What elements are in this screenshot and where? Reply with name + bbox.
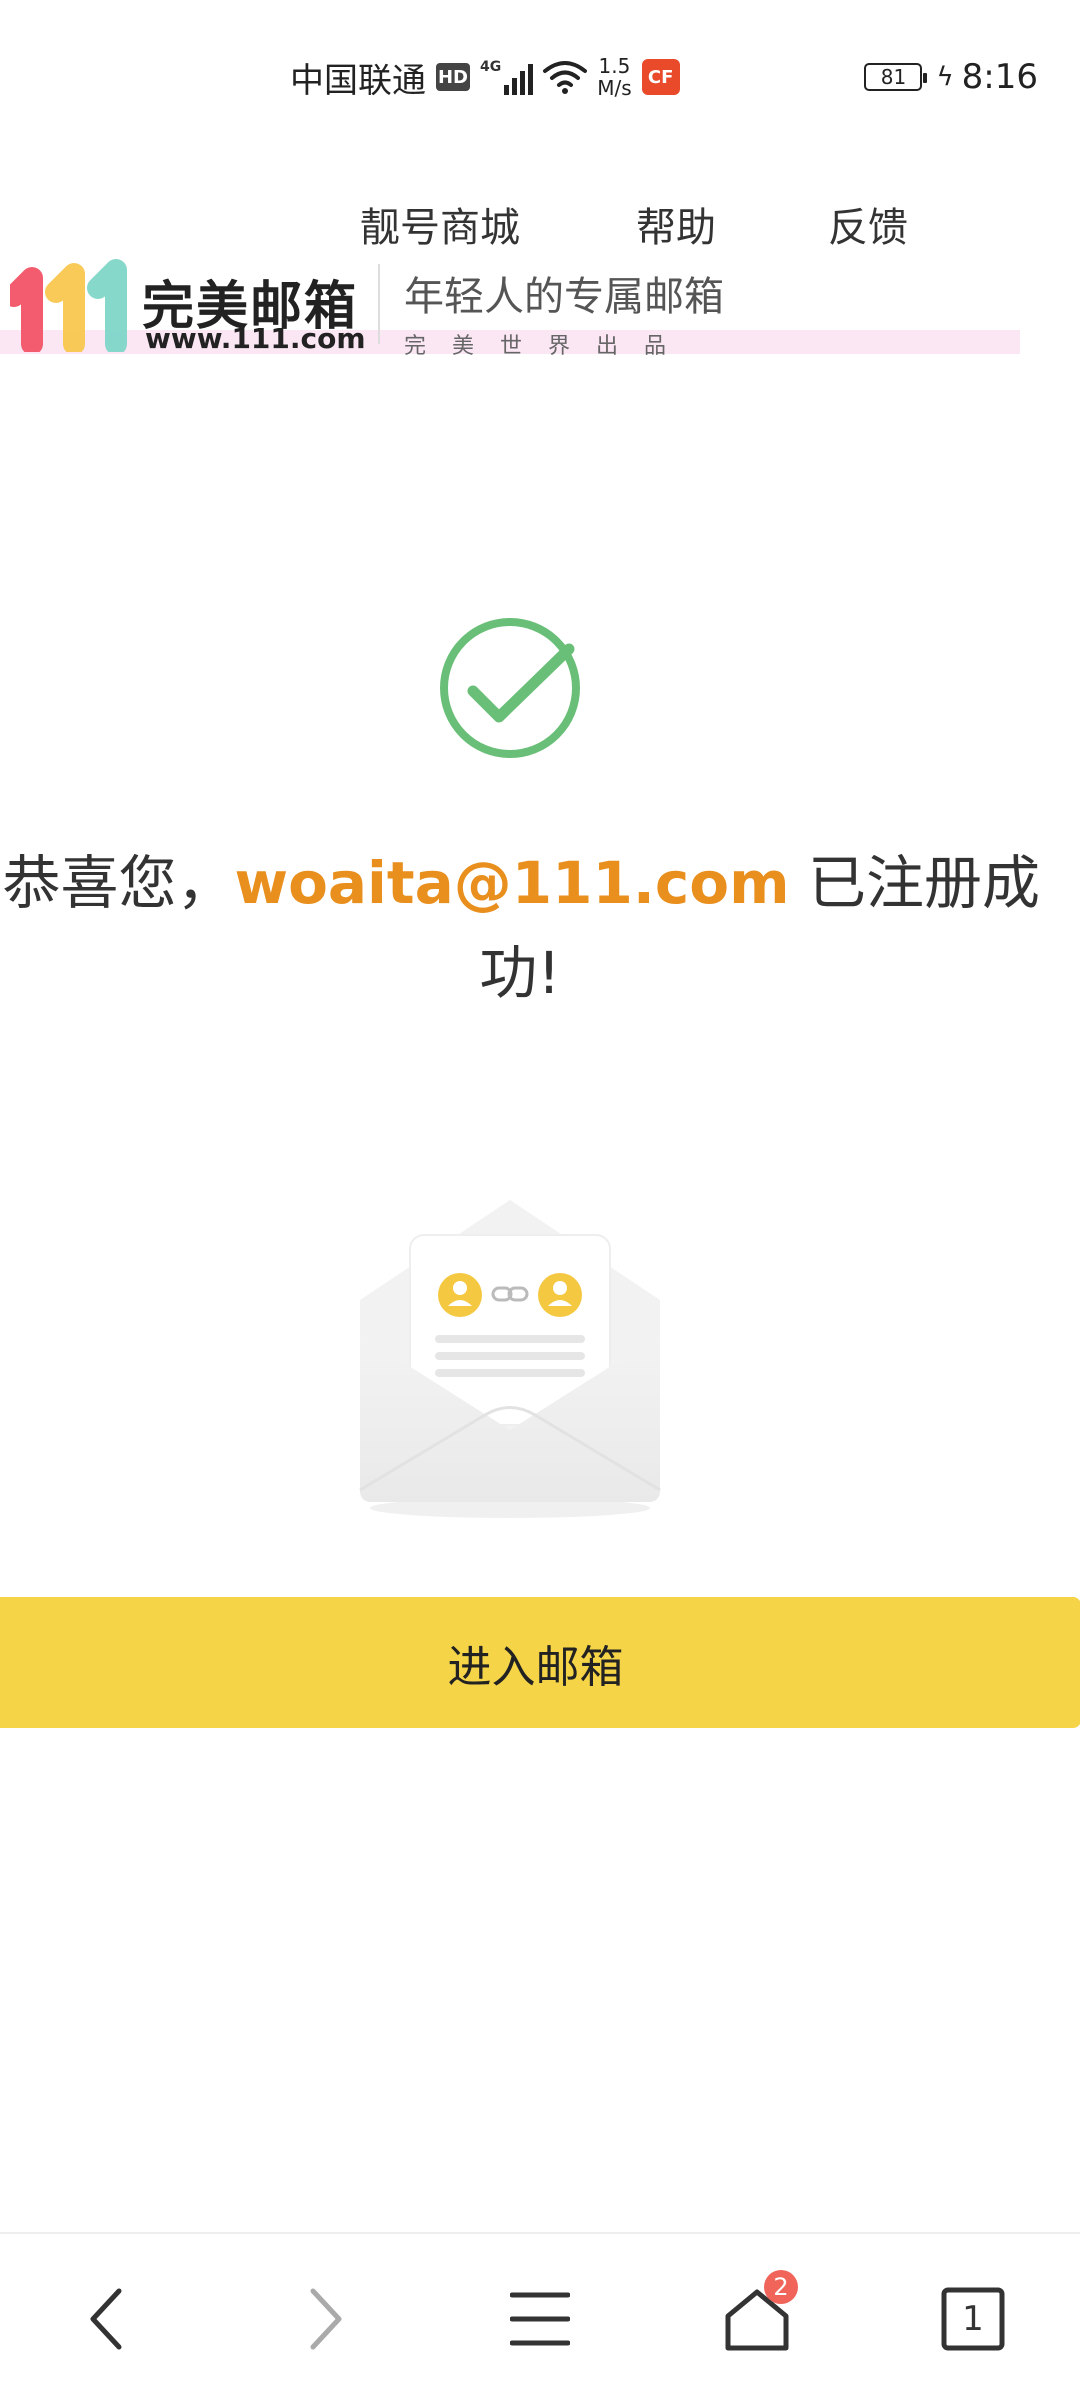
nav-link-feedback[interactable]: 反馈 — [828, 195, 918, 253]
signal-icon: 4G — [480, 59, 534, 95]
success-prefix: 恭喜您， — [2, 849, 235, 917]
success-line-1: 恭喜您，woaita@111.com 已注册成 — [0, 838, 1040, 928]
wifi-icon — [543, 61, 588, 94]
slogan: 年轻人的专属邮箱 — [404, 274, 724, 320]
logo-banner: 完美邮箱 www.111.com 年轻人的专属邮箱 完美世界出品 — [0, 250, 1020, 359]
app-notification-icon: CF — [641, 59, 680, 95]
check-circle-icon — [440, 618, 580, 758]
menu-button[interactable] — [495, 2274, 585, 2364]
registered-email: woaita@111.com — [234, 849, 790, 917]
home-button[interactable]: 2 — [712, 2270, 802, 2364]
tabs-count: 1 — [962, 2299, 984, 2339]
forward-arrow-icon — [310, 2288, 342, 2350]
sub-slogan: 完美世界出品 — [404, 334, 693, 359]
hd-icon: HD — [436, 63, 470, 91]
page: 中国联通 HD 4G 1.5 M/s CF 81 ϟ 8:16 靓号商城 帮助 … — [0, 0, 1080, 2400]
battery-icon: 81 — [864, 63, 928, 91]
brand-url: www.111.com — [145, 322, 366, 355]
carrier-name: 中国联通 — [290, 60, 426, 101]
browser-bottom-bar: 2 1 — [0, 2232, 1080, 2400]
nav-link-premium-numbers[interactable]: 靓号商城 — [360, 195, 540, 253]
enter-mailbox-button[interactable]: 进入邮箱 — [0, 1597, 1080, 1728]
clock: 8:16 — [961, 57, 1038, 97]
status-right: 81 ϟ 8:16 — [864, 52, 1038, 102]
speed-unit: M/s — [597, 76, 632, 100]
status-bar: 中国联通 HD 4G 1.5 M/s CF 81 ϟ 8:16 — [0, 0, 1080, 150]
nav-link-help[interactable]: 帮助 — [636, 195, 726, 253]
top-nav: 靓号商城 帮助 反馈 — [360, 195, 908, 253]
home-badge: 2 — [764, 2270, 798, 2304]
logo-111-icon — [10, 259, 127, 352]
success-line-2: 功! — [479, 939, 561, 1007]
tabs-button[interactable]: 1 — [928, 2274, 1018, 2364]
back-button[interactable] — [62, 2274, 152, 2364]
charging-icon: ϟ — [936, 62, 954, 92]
status-left: 中国联通 HD 4G 1.5 M/s CF — [290, 52, 680, 102]
forward-button[interactable] — [280, 2274, 370, 2364]
back-arrow-icon — [90, 2288, 122, 2350]
battery-level: 81 — [880, 65, 907, 89]
speed-value: 1.5 — [598, 54, 631, 78]
envelope-illustration — [359, 1200, 661, 1518]
divider — [378, 264, 380, 344]
network-speed: 1.5 M/s — [597, 55, 631, 99]
success-message: 恭喜您，woaita@111.com 已注册成 功! — [0, 838, 1040, 1018]
menu-icon — [510, 2292, 570, 2346]
network-generation: 4G — [480, 59, 502, 75]
success-suffix: 已注册成 — [789, 849, 1040, 917]
